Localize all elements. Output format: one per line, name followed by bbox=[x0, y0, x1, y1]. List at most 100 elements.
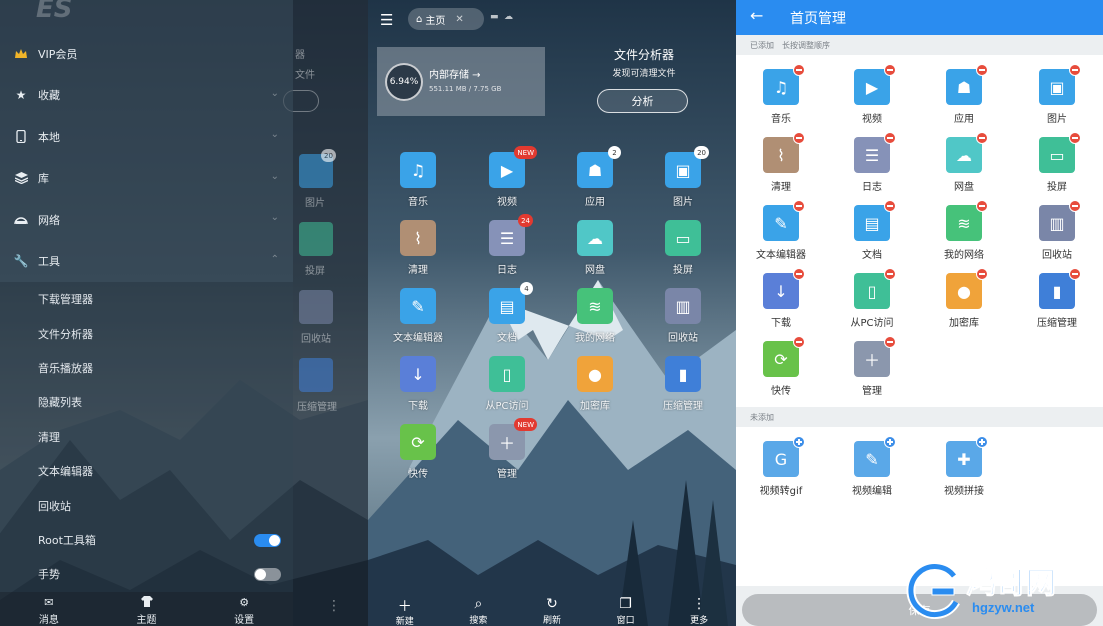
shortcut-trash[interactable]: ▥ 回收站 bbox=[1012, 200, 1102, 261]
shortcut-lock[interactable]: ● 加密库 bbox=[555, 356, 635, 412]
shortcut-transfer[interactable]: ⟳ 快传 bbox=[736, 336, 826, 397]
shortcut-download[interactable]: ↓ 下载 bbox=[378, 356, 458, 412]
shortcut-transfer[interactable]: ⟳ 快传 bbox=[378, 424, 458, 480]
shortcut-broom[interactable]: ⌇ 清理 bbox=[378, 220, 458, 276]
internal-storage-card[interactable]: 6.94% 内部存储 → 551.11 MB / 7.75 GB bbox=[377, 47, 545, 116]
tool-item-text-editor[interactable]: 文本编辑器 bbox=[0, 454, 293, 488]
shortcut-image[interactable]: ▣ 20 图片 bbox=[643, 146, 723, 208]
tool-item-hidden-list[interactable]: 隐藏列表 bbox=[0, 385, 293, 419]
add-icon[interactable] bbox=[976, 436, 988, 448]
drawer-item-label: 工具 bbox=[38, 255, 60, 269]
shortcut-video[interactable]: ▶ 视频 bbox=[827, 64, 917, 125]
shortcut-document[interactable]: ▤ 文档 bbox=[827, 200, 917, 261]
windows-button[interactable]: ❐ 窗口 bbox=[589, 592, 663, 626]
analyze-button[interactable]: 分析 bbox=[597, 89, 688, 113]
shortcut-tile: ▣ 20 bbox=[665, 146, 709, 188]
shortcut-label: 日志 bbox=[497, 265, 517, 276]
drawer-item-library[interactable]: 库 ⌄ bbox=[0, 158, 293, 200]
remove-icon[interactable] bbox=[1069, 268, 1081, 280]
behind-more-icon: ⋮ bbox=[327, 598, 341, 614]
remove-icon[interactable] bbox=[793, 64, 805, 76]
remove-icon[interactable] bbox=[884, 64, 896, 76]
shortcut-log[interactable]: ☰ 24 日志 bbox=[467, 214, 547, 276]
shortcut-document[interactable]: ▤ 4 文档 bbox=[467, 282, 547, 344]
tool-item-cleaner[interactable]: 清理 bbox=[0, 420, 293, 454]
shortcut-zip[interactable]: ▮ 压缩管理 bbox=[1012, 268, 1102, 329]
shortcut-broom[interactable]: ⌇ 清理 bbox=[736, 132, 826, 193]
shortcut-gif[interactable]: G 视频转gif bbox=[736, 436, 826, 497]
shortcut-video-edit[interactable]: ✎ 视频编辑 bbox=[827, 436, 917, 497]
shortcut-android[interactable]: ☗ 应用 bbox=[919, 64, 1009, 125]
shortcut-cloud[interactable]: ☁ 网盘 bbox=[555, 220, 635, 276]
drawer-item-network[interactable]: 网络 ⌄ bbox=[0, 199, 293, 241]
remove-icon[interactable] bbox=[793, 336, 805, 348]
drawer-item-vip[interactable]: VIP会员 bbox=[0, 33, 293, 75]
remove-icon[interactable] bbox=[793, 132, 805, 144]
transfer-icon: ⟳ bbox=[774, 349, 788, 369]
tool-item-root-toolbox[interactable]: Root工具箱 bbox=[0, 523, 293, 557]
back-arrow-icon[interactable]: ← bbox=[750, 6, 763, 25]
more-button[interactable]: ⋮ 更多 bbox=[662, 592, 736, 626]
drawer-item-local[interactable]: 本地 ⌄ bbox=[0, 116, 293, 158]
remove-icon[interactable] bbox=[793, 268, 805, 280]
android-icon: ☗ bbox=[587, 160, 603, 180]
shortcut-lock[interactable]: ● 加密库 bbox=[919, 268, 1009, 329]
shortcut-pc-access[interactable]: ▯ 从PC访问 bbox=[467, 356, 547, 412]
cloud-icon[interactable]: ☁ bbox=[504, 12, 513, 22]
tool-item-download-manager[interactable]: 下载管理器 bbox=[0, 282, 293, 316]
remove-icon[interactable] bbox=[1069, 64, 1081, 76]
remove-icon[interactable] bbox=[1069, 132, 1081, 144]
tool-item-gesture[interactable]: 手势 bbox=[0, 557, 293, 591]
theme-button[interactable]: 主题 bbox=[98, 592, 196, 626]
messages-button[interactable]: ✉ 消息 bbox=[0, 592, 98, 626]
shortcut-edit[interactable]: ✎ 文本编辑器 bbox=[378, 288, 458, 344]
add-icon[interactable] bbox=[884, 436, 896, 448]
shortcut-cast[interactable]: ▭ 投屏 bbox=[1012, 132, 1102, 193]
remove-icon[interactable] bbox=[976, 64, 988, 76]
remove-icon[interactable] bbox=[884, 132, 896, 144]
shortcut-zip[interactable]: ▮ 压缩管理 bbox=[643, 356, 723, 412]
shortcut-log[interactable]: ☰ 日志 bbox=[827, 132, 917, 193]
shortcut-trash[interactable]: ▥ 回收站 bbox=[643, 288, 723, 344]
hamburger-menu-icon[interactable]: ☰ bbox=[380, 11, 393, 29]
remove-icon[interactable] bbox=[976, 132, 988, 144]
window-icon[interactable]: ▬ bbox=[490, 12, 499, 22]
drawer-item-favorites[interactable]: ★ 收藏 ⌄ bbox=[0, 75, 293, 117]
shortcut-plus[interactable]: ＋ NEW 管理 bbox=[467, 418, 547, 480]
shortcut-edit[interactable]: ✎ 文本编辑器 bbox=[736, 200, 826, 261]
shortcut-android[interactable]: ☗ 2 应用 bbox=[555, 146, 635, 208]
shortcut-download[interactable]: ↓ 下载 bbox=[736, 268, 826, 329]
remove-icon[interactable] bbox=[976, 268, 988, 280]
remove-icon[interactable] bbox=[884, 200, 896, 212]
shortcut-video[interactable]: ▶ NEW 视频 bbox=[467, 146, 547, 208]
tab-home[interactable]: ⌂ 主页 ✕ bbox=[408, 8, 484, 30]
shortcut-router[interactable]: ≋ 我的网络 bbox=[555, 288, 635, 344]
shortcut-image[interactable]: ▣ 图片 bbox=[1012, 64, 1102, 125]
tool-item-recycle-bin[interactable]: 回收站 bbox=[0, 488, 293, 522]
refresh-button[interactable]: ↻ 刷新 bbox=[515, 592, 589, 626]
tool-item-music-player[interactable]: 音乐播放器 bbox=[0, 351, 293, 385]
shortcut-video-join[interactable]: ✚ 视频拼接 bbox=[919, 436, 1009, 497]
shortcut-cloud[interactable]: ☁ 网盘 bbox=[919, 132, 1009, 193]
settings-button[interactable]: ⚙ 设置 bbox=[195, 592, 293, 626]
remove-icon[interactable] bbox=[793, 200, 805, 212]
root-toolbox-toggle[interactable] bbox=[254, 533, 281, 547]
dimmed-home-behind-drawer[interactable]: 器 文件 20 图片 投屏 回收站 压缩管理 ⋮ bbox=[283, 0, 368, 626]
close-tab-icon[interactable]: ✕ bbox=[455, 14, 463, 25]
shortcut-music-note[interactable]: ♫ 音乐 bbox=[736, 64, 826, 125]
shortcut-plus[interactable]: ＋ 管理 bbox=[827, 336, 917, 397]
shortcut-cast[interactable]: ▭ 投屏 bbox=[643, 220, 723, 276]
shortcut-pc-access[interactable]: ▯ 从PC访问 bbox=[827, 268, 917, 329]
search-button[interactable]: ⌕ 搜索 bbox=[442, 592, 516, 626]
shortcut-router[interactable]: ≋ 我的网络 bbox=[919, 200, 1009, 261]
add-icon[interactable] bbox=[793, 436, 805, 448]
new-button[interactable]: ＋ 新建 bbox=[368, 592, 442, 626]
remove-icon[interactable] bbox=[976, 200, 988, 212]
remove-icon[interactable] bbox=[884, 336, 896, 348]
gesture-toggle[interactable] bbox=[254, 568, 281, 582]
tool-item-file-analyzer[interactable]: 文件分析器 bbox=[0, 316, 293, 350]
remove-icon[interactable] bbox=[884, 268, 896, 280]
drawer-item-tools[interactable]: 🔧 工具 ⌃ bbox=[0, 241, 293, 283]
remove-icon[interactable] bbox=[1069, 200, 1081, 212]
shortcut-music-note[interactable]: ♫ 音乐 bbox=[378, 152, 458, 208]
